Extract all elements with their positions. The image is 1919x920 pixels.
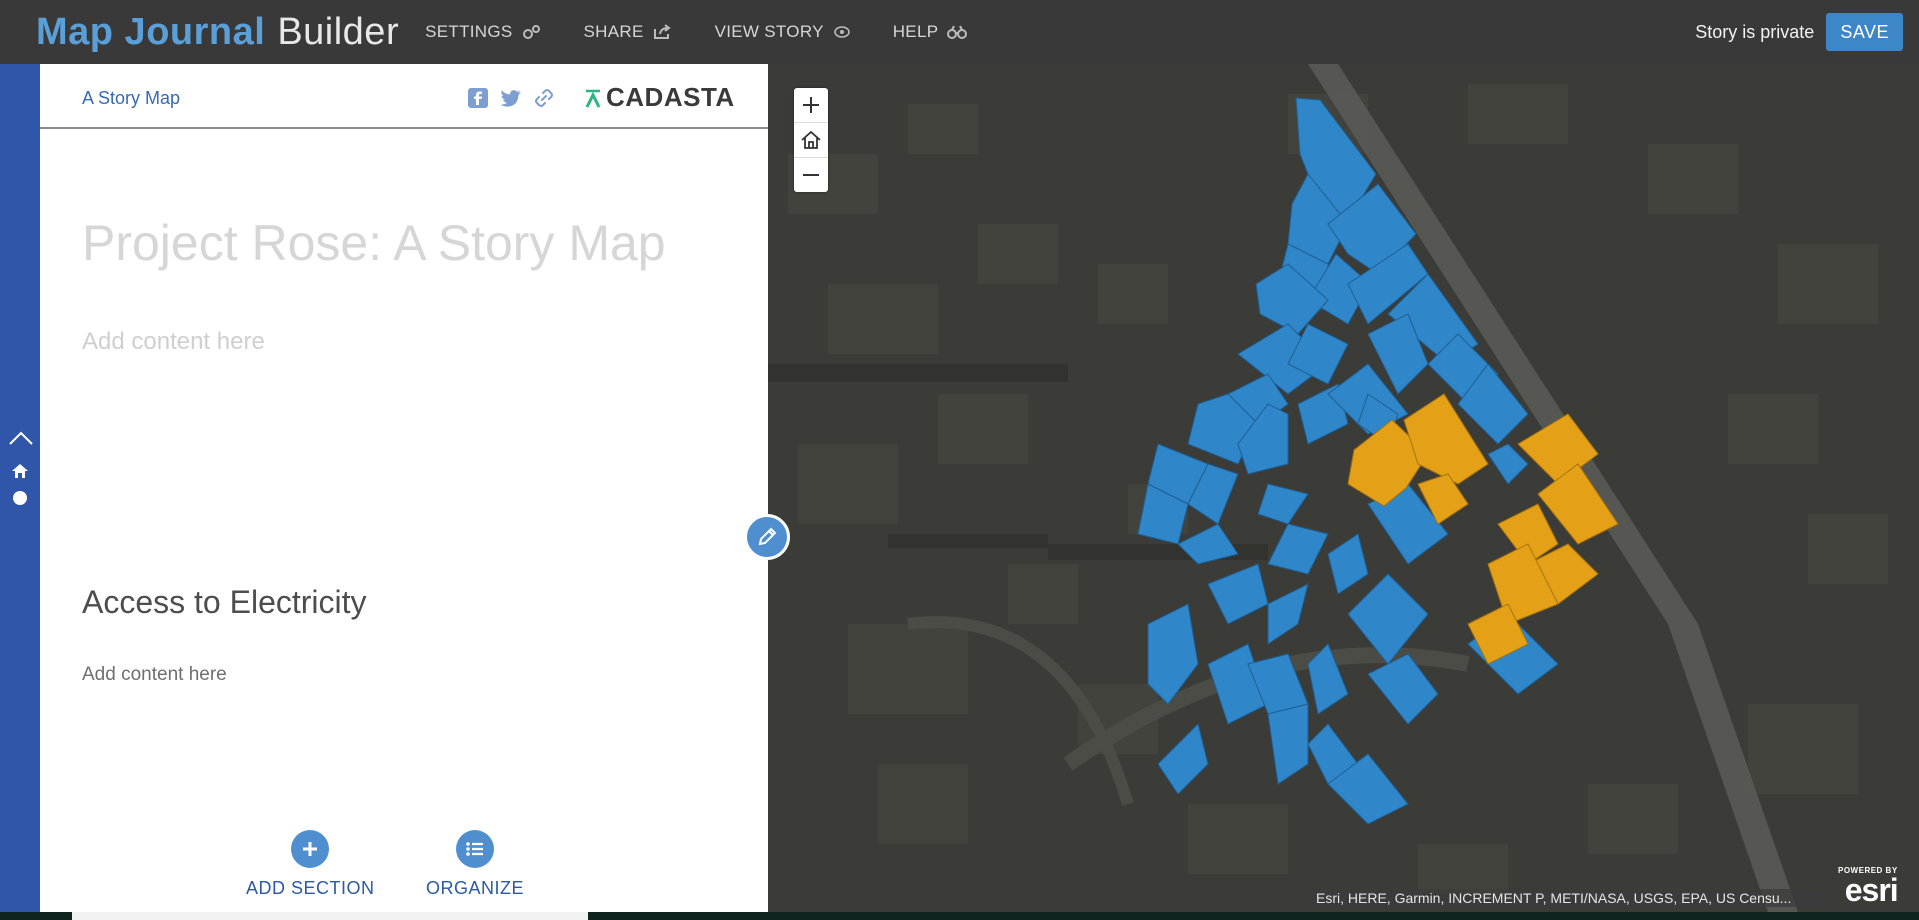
home-extent-button[interactable]	[794, 123, 828, 158]
builder-nav: SETTINGS SHARE VIEW STORY HELP	[425, 22, 1009, 42]
app-title: Map Journal Builder	[36, 11, 399, 54]
facebook-icon[interactable]	[468, 88, 488, 108]
satellite-basemap[interactable]	[768, 64, 1919, 912]
view-story-button[interactable]: VIEW STORY	[715, 22, 851, 42]
settings-label: SETTINGS	[425, 22, 513, 41]
twitter-icon[interactable]	[500, 88, 522, 108]
share-button[interactable]: SHARE	[584, 22, 673, 42]
zoom-in-button[interactable]	[794, 88, 828, 123]
footer-edge-right	[588, 912, 1919, 920]
home-icon	[801, 130, 821, 149]
app-title-part2: Builder	[277, 10, 400, 53]
help-label: HELP	[892, 22, 939, 41]
esri-logo: POWERED BY esri	[1838, 866, 1899, 908]
section-content-placeholder[interactable]: Add content here	[82, 664, 227, 686]
organize-button[interactable]: ORGANIZE	[426, 830, 524, 899]
link-icon[interactable]	[534, 88, 554, 108]
cadasta-logo-text: CADASTA	[606, 82, 735, 112]
add-section-label: ADD SECTION	[246, 878, 375, 898]
section-title[interactable]: Access to Electricity	[82, 584, 367, 621]
organize-label: ORGANIZE	[426, 878, 525, 898]
share-icon	[653, 24, 673, 40]
binoculars-icon	[947, 24, 968, 40]
map-zoom-controls	[794, 88, 828, 192]
panel-footer-strip	[72, 912, 588, 920]
panel-header: A Story Map CADASTA	[40, 64, 768, 129]
chevron-up-icon[interactable]	[8, 430, 34, 451]
story-content-placeholder[interactable]: Add content here	[82, 328, 265, 356]
home-section-icon[interactable]	[11, 463, 29, 484]
story-header-link[interactable]: A Story Map	[82, 88, 180, 109]
map-view[interactable]	[768, 64, 1919, 912]
edit-section-button[interactable]	[744, 514, 790, 560]
plus-icon	[803, 97, 819, 113]
social-share-icons	[468, 88, 566, 108]
header-status: Story is private SAVE	[1695, 13, 1903, 51]
view-story-label: VIEW STORY	[714, 22, 824, 41]
cadasta-logo: CADASTA	[584, 82, 735, 113]
share-label: SHARE	[583, 22, 644, 41]
gears-icon	[522, 24, 542, 40]
app-title-part1: Map Journal	[36, 10, 266, 53]
footer-edge	[0, 912, 72, 920]
plus-icon	[291, 830, 330, 868]
section-navigation-strip	[0, 64, 40, 920]
pencil-icon	[758, 527, 777, 546]
cadasta-logo-mark-icon	[585, 89, 601, 108]
list-icon	[456, 830, 494, 868]
side-panel: A Story Map CADASTA Project Rose: A Stor…	[40, 64, 768, 912]
story-title[interactable]: Project Rose: A Story Map	[82, 214, 666, 272]
privacy-status: Story is private	[1695, 21, 1815, 42]
settings-button[interactable]: SETTINGS	[425, 22, 541, 42]
section-dot-icon[interactable]	[13, 491, 27, 510]
help-button[interactable]: HELP	[893, 22, 968, 42]
map-attribution: Esri, HERE, Garmin, INCREMENT P, METI/NA…	[1312, 889, 1832, 907]
eye-icon	[833, 25, 851, 39]
minus-icon	[803, 174, 819, 176]
zoom-out-button[interactable]	[794, 158, 828, 192]
esri-name: esri	[1844, 872, 1899, 908]
add-section-button[interactable]: ADD SECTION	[246, 830, 375, 899]
save-button[interactable]: SAVE	[1826, 13, 1903, 51]
builder-header: Map Journal Builder SETTINGS SHARE VIEW S…	[0, 0, 1919, 64]
